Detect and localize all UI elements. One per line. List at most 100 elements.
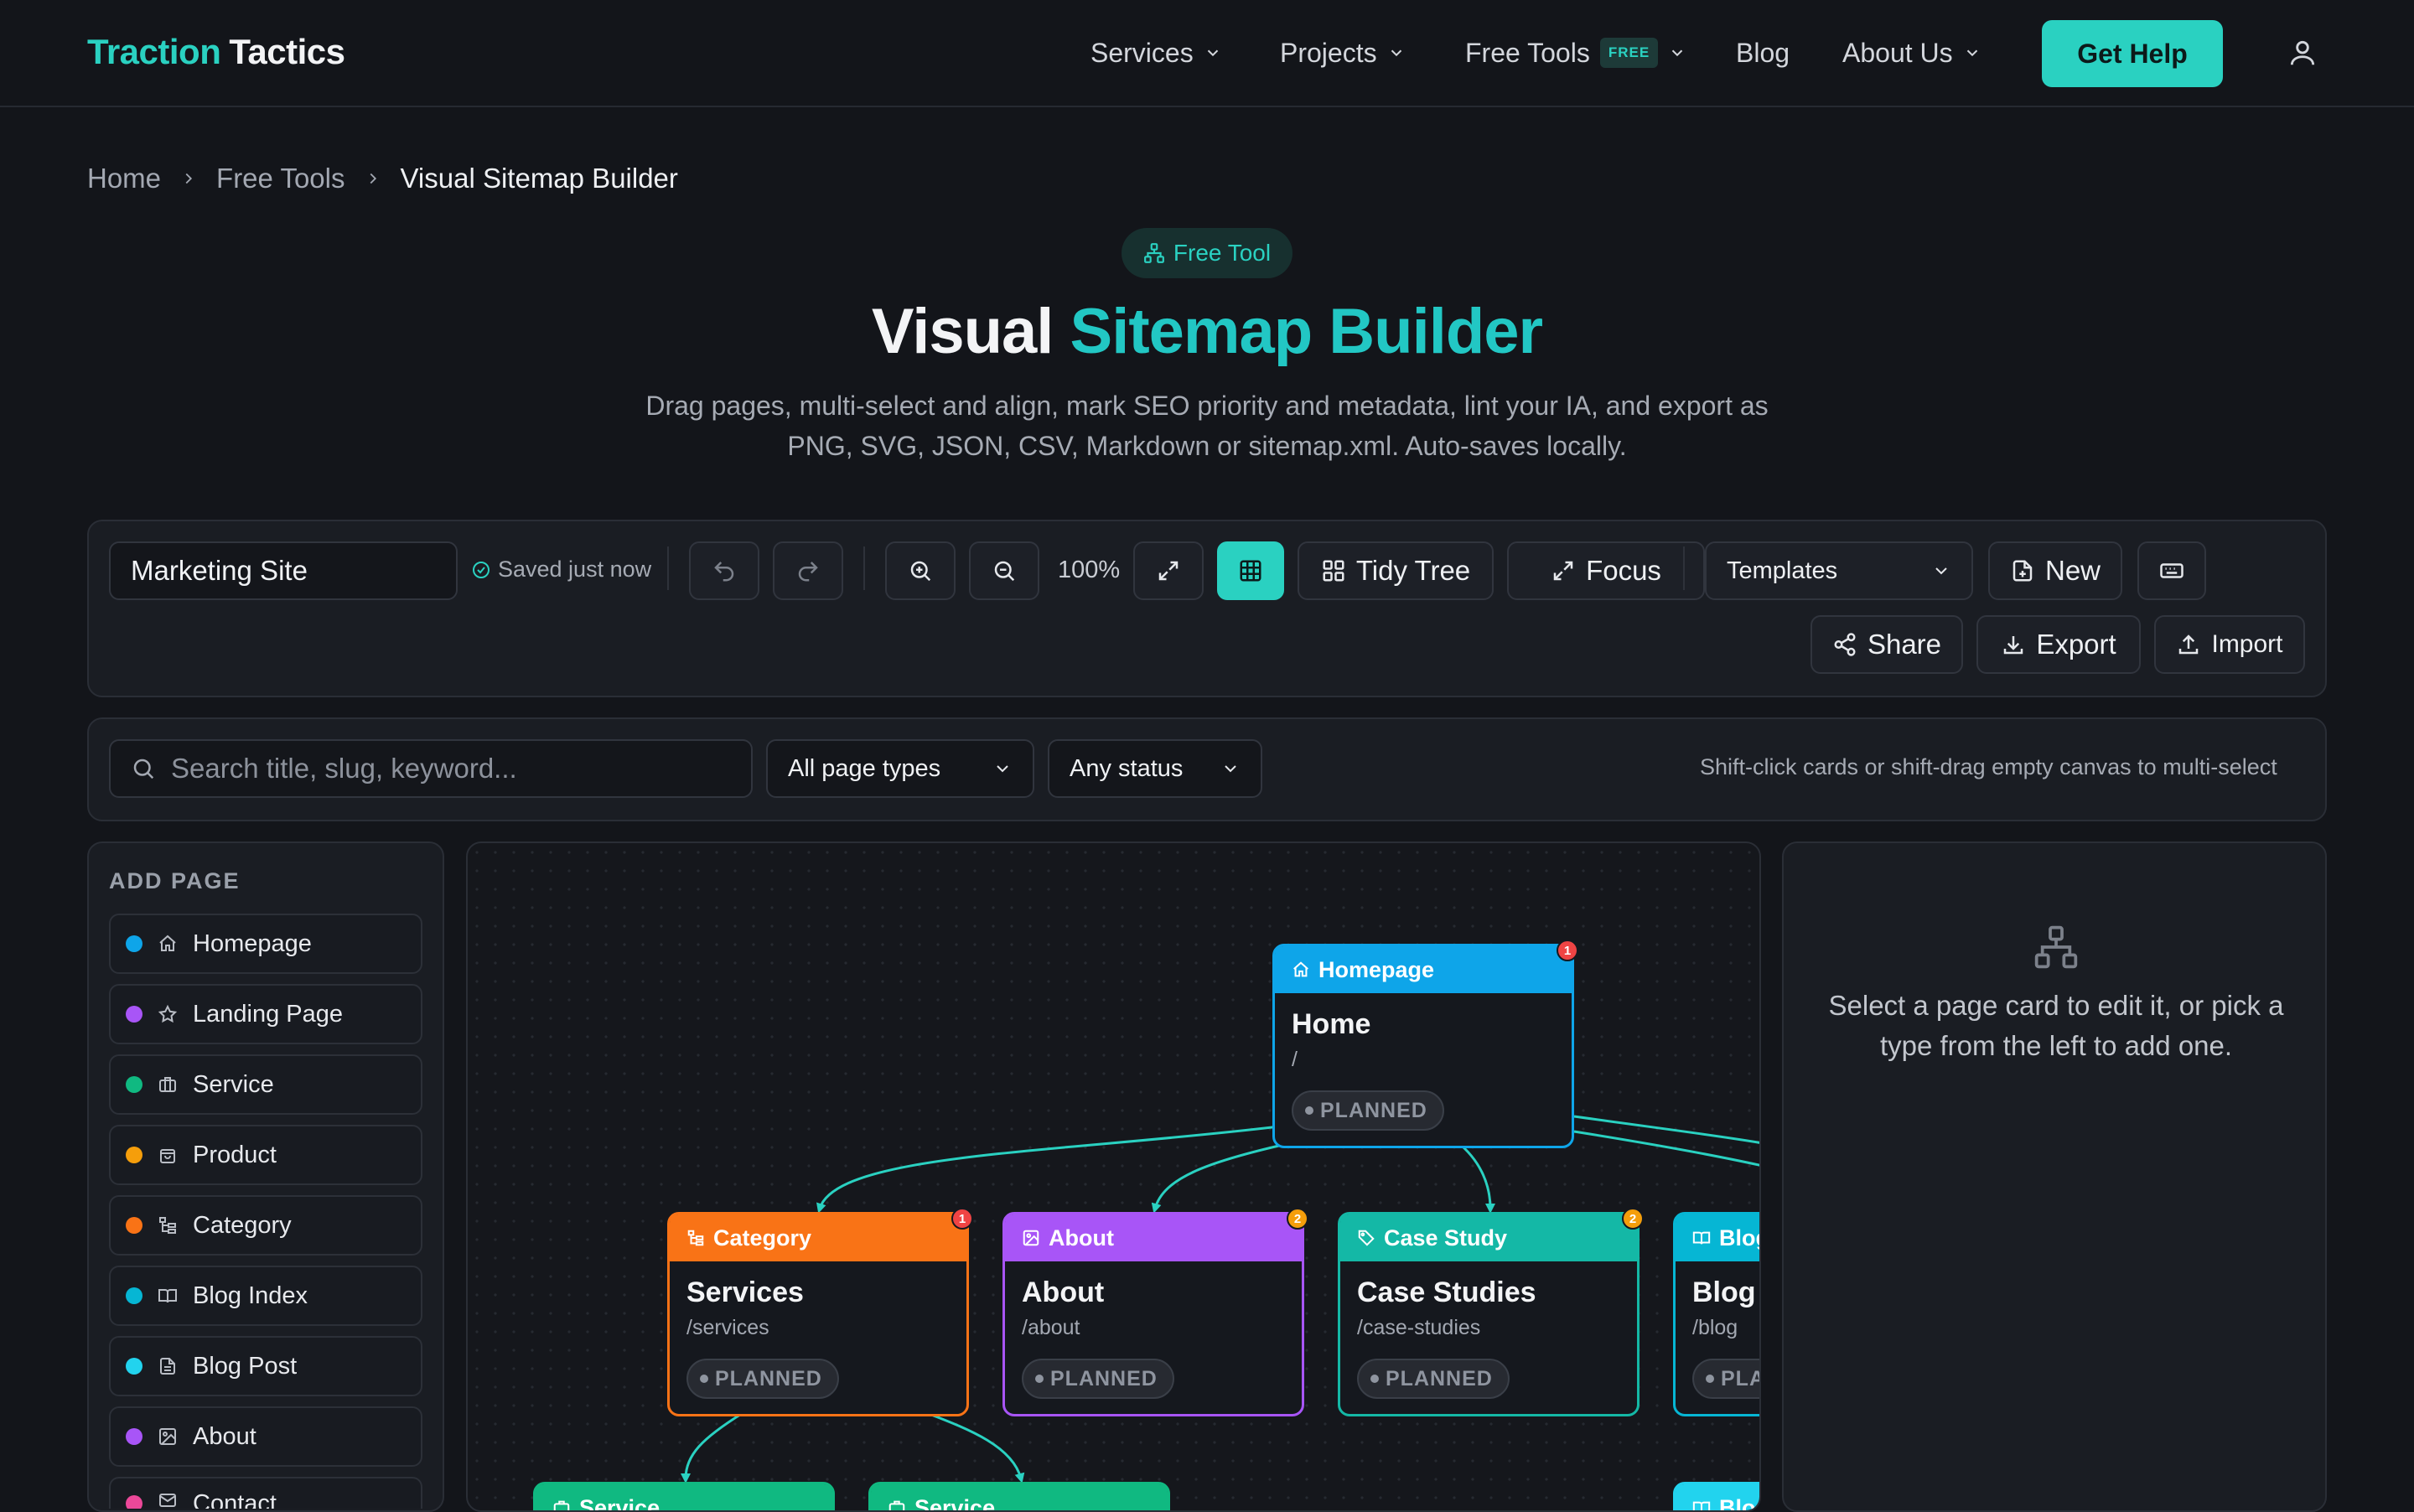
tag-icon [1357,1229,1375,1247]
page-card-blog-post[interactable]: Blog [1673,1482,1761,1512]
card-slug: /blog [1692,1316,1761,1340]
tidy-tree-button[interactable]: Tidy Tree [1298,541,1494,600]
page-type-value: All page types [788,755,940,783]
card-type-label: Category [713,1225,811,1251]
page-card-services[interactable]: Category Services /services PLANNED 1 [667,1212,969,1416]
download-icon [2001,632,2026,657]
card-type-header: Service [536,1484,832,1512]
focus-button[interactable]: Focus [1507,541,1705,600]
fit-to-screen-button[interactable] [1133,541,1204,600]
add-page-label: Homepage [193,930,312,958]
search-input[interactable]: Search title, slug, keyword... [109,739,753,798]
chevron-down-icon [1220,759,1241,779]
toolbar-divider [667,546,669,590]
project-name-input[interactable]: Marketing Site [109,541,458,600]
title-plain: Visual [872,296,1054,367]
export-button[interactable]: Export [1976,615,2141,674]
page-card-case-studies[interactable]: Case Study Case Studies /case-studies PL… [1338,1212,1640,1416]
templates-select[interactable]: Templates [1705,541,1973,600]
grid-toggle-button[interactable] [1217,541,1284,600]
add-page-contact[interactable]: Contact [109,1477,422,1509]
status-select[interactable]: Any status [1048,739,1262,798]
add-page-about[interactable]: About [109,1406,422,1467]
card-title: Home [1292,1008,1572,1041]
chevron-right-icon [364,169,382,188]
get-help-button[interactable]: Get Help [2042,20,2223,87]
page-card-service-b[interactable]: Service [868,1482,1170,1512]
card-type-header: Blog [1676,1214,1761,1261]
inspector-panel: Select a page card to edit it, or pick a… [1782,841,2327,1512]
chevron-down-icon [1668,44,1686,62]
type-color-dot [126,1428,142,1445]
nav-blog[interactable]: Blog [1736,34,1790,72]
page-card-blog[interactable]: Blog Blog /blog PLANNED [1673,1212,1761,1416]
card-status-label: PLANNED [1386,1367,1493,1391]
breadcrumb-current: Visual Sitemap Builder [401,163,678,194]
nav-projects-label: Projects [1280,38,1377,69]
nav-free-tools[interactable]: Free Tools FREE [1465,34,1686,72]
status-dot [700,1375,708,1383]
page-card-home[interactable]: Homepage Home / PLANNED 1 [1272,944,1574,1148]
page-subtitle: Drag pages, multi-select and align, mark… [620,386,1794,466]
add-page-blog-post[interactable]: Blog Post [109,1336,422,1396]
card-status-badge[interactable]: PLANNED [1692,1359,1761,1399]
page-card-service-a[interactable]: Service [533,1482,835,1512]
status-value: Any status [1070,755,1183,783]
nav-projects[interactable]: Projects [1280,34,1406,72]
briefcase-icon [888,1499,906,1512]
add-page-service[interactable]: Service [109,1054,422,1115]
export-label: Export [2036,629,2116,660]
book-icon [1692,1229,1711,1247]
book-icon [1692,1499,1711,1512]
add-page-category[interactable]: Category [109,1195,422,1256]
card-status-label: PLANNED [1050,1367,1158,1391]
maximize-icon [1551,558,1576,583]
file-plus-icon [2010,558,2035,583]
keyboard-icon [2159,558,2184,583]
nav-services[interactable]: Services [1090,34,1222,72]
keyboard-shortcuts-button[interactable] [2137,541,2206,600]
undo-button[interactable] [689,541,759,600]
share-label: Share [1867,629,1941,660]
import-button[interactable]: Import [2154,615,2305,674]
nav-about-label: About Us [1842,38,1953,69]
page-type-select[interactable]: All page types [766,739,1034,798]
redo-icon [795,558,821,583]
card-type-label: About [1049,1225,1114,1251]
card-status-badge[interactable]: PLANNED [1022,1359,1174,1399]
sitemap-canvas[interactable]: Homepage Home / PLANNED 1 Category Servi… [466,841,1761,1512]
image-icon [158,1427,178,1447]
hierarchy-icon [158,1215,178,1235]
sitemap-icon [2033,924,2080,971]
card-status-label: PLANNED [1320,1099,1427,1123]
project-name-value: Marketing Site [131,555,308,587]
breadcrumb-home[interactable]: Home [87,163,161,194]
add-page-blog-index[interactable]: Blog Index [109,1266,422,1326]
tidy-tree-label: Tidy Tree [1356,555,1470,587]
add-page-homepage[interactable]: Homepage [109,914,422,974]
redo-button[interactable] [773,541,843,600]
zoom-out-button[interactable] [969,541,1039,600]
issue-count-badge[interactable]: 2 [1622,1208,1644,1230]
share-button[interactable]: Share [1810,615,1963,674]
nav-about-us[interactable]: About Us [1842,34,1981,72]
add-page-product[interactable]: Product [109,1125,422,1185]
card-status-label: PLANNED [715,1367,822,1391]
card-type-label: Service [914,1495,995,1512]
issue-count-badge[interactable]: 1 [951,1208,973,1230]
card-status-badge[interactable]: PLANNED [1357,1359,1510,1399]
chevron-down-icon [1931,561,1951,581]
inspector-empty-message: Select a page card to edit it, or pick a… [1817,986,2295,1066]
card-status-badge[interactable]: PLANNED [686,1359,839,1399]
issue-count-badge[interactable]: 1 [1557,940,1578,961]
new-button[interactable]: New [1988,541,2122,600]
zoom-in-button[interactable] [885,541,956,600]
card-status-badge[interactable]: PLANNED [1292,1090,1444,1131]
add-page-landing-page[interactable]: Landing Page [109,984,422,1044]
brand-logo[interactable]: TractionTactics [87,32,345,72]
user-icon[interactable] [2287,37,2318,69]
nav-free-tools-label: Free Tools [1465,38,1590,69]
page-card-about[interactable]: About About /about PLANNED 2 [1002,1212,1304,1416]
breadcrumb-free-tools[interactable]: Free Tools [216,163,344,194]
issue-count-badge[interactable]: 2 [1287,1208,1308,1230]
